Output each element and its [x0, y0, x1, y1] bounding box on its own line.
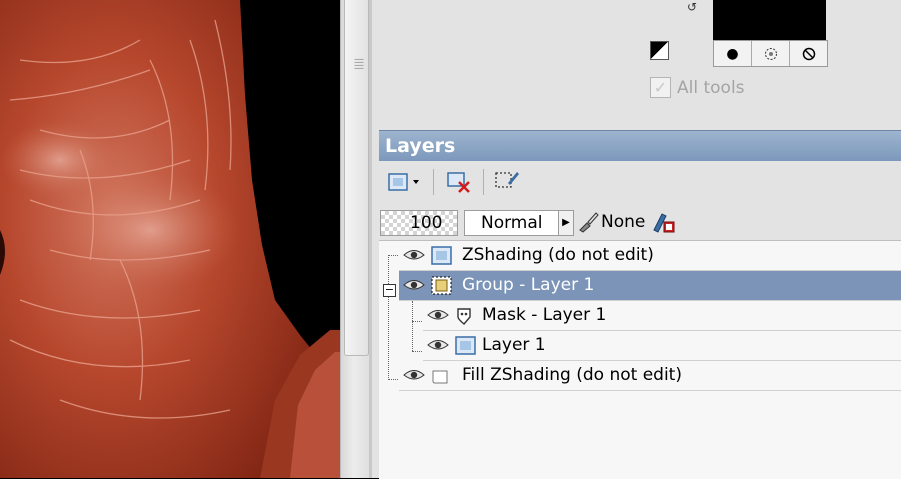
eye-icon[interactable]	[403, 277, 425, 293]
mask-layer-icon	[457, 308, 471, 325]
tree-line	[412, 321, 422, 322]
foreground-color-swatch[interactable]	[713, 0, 826, 40]
swap-arrow-icon[interactable]: ↺	[687, 0, 697, 14]
default-colors-icon[interactable]	[650, 41, 669, 60]
new-layer-icon	[388, 173, 419, 191]
gradient-fill-icon[interactable]	[752, 41, 790, 66]
toolbar-separator	[433, 169, 434, 195]
layer-name: Fill ZShading (do not edit)	[462, 365, 682, 385]
layer-properties-row: 100 Normal ▶ None	[379, 209, 901, 237]
lock-transparency-button[interactable]	[652, 210, 676, 238]
selection-layer-button[interactable]	[493, 169, 521, 195]
layer-name: Group - Layer 1	[462, 275, 595, 295]
eye-icon[interactable]	[403, 367, 425, 383]
layers-list: − ZShading (do not edit) Group - Layer 1	[379, 240, 901, 479]
right-panel: ↺ ● ✓ All tools Layers 100 Normal ▶ None…	[372, 0, 901, 479]
group-layer-icon	[431, 276, 452, 295]
document-canvas[interactable]	[0, 0, 340, 478]
layer-row[interactable]: Mask - Layer 1	[423, 301, 901, 331]
scrollbar-thumb[interactable]: — — — —	[344, 0, 369, 356]
layer-row[interactable]: Group - Layer 1	[399, 271, 901, 301]
skin-render-image	[0, 0, 340, 478]
collapse-group-button[interactable]: −	[383, 284, 396, 297]
toolbar-separator	[483, 169, 484, 195]
tree-line	[388, 255, 398, 256]
all-tools-checkbox[interactable]: ✓	[650, 77, 671, 98]
fill-style-buttons: ●	[713, 40, 828, 67]
link-mode-control[interactable]: None	[577, 210, 645, 234]
link-mode-value: None	[601, 212, 646, 232]
selection-icon	[495, 172, 519, 188]
all-tools-label: All tools	[677, 77, 745, 98]
delete-layer-button[interactable]	[445, 169, 473, 195]
layer-row[interactable]: ZShading (do not edit)	[399, 241, 901, 271]
eye-icon[interactable]	[403, 247, 425, 263]
layer-name: ZShading (do not edit)	[462, 245, 654, 265]
grip-icon: — — — —	[354, 54, 364, 74]
layer-row[interactable]: Layer 1	[423, 331, 901, 361]
tree-line	[412, 351, 422, 352]
layers-panel-header[interactable]: Layers	[379, 130, 901, 161]
blend-mode-value: Normal	[481, 213, 543, 233]
layer-row[interactable]: Fill ZShading (do not edit)	[399, 361, 901, 391]
tree-line	[412, 301, 413, 351]
brush-link-icon	[579, 212, 599, 233]
panel-splitter[interactable]: — — — —	[340, 0, 373, 478]
lock-icon	[653, 213, 675, 233]
tree-line	[388, 255, 389, 380]
solid-fill-icon[interactable]: ●	[714, 41, 752, 66]
eye-icon[interactable]	[427, 307, 449, 323]
layers-title: Layers	[385, 135, 456, 157]
opacity-field[interactable]: 100	[380, 210, 458, 236]
new-layer-button[interactable]	[387, 169, 425, 195]
dropdown-arrow-icon[interactable]: ▶	[558, 211, 573, 235]
layer-name: Layer 1	[482, 335, 546, 355]
no-fill-icon[interactable]	[790, 41, 827, 66]
delete-layer-icon	[447, 172, 470, 193]
blend-mode-dropdown[interactable]: Normal ▶	[464, 210, 574, 236]
all-tools-option[interactable]: ✓ All tools	[650, 77, 745, 98]
raster-layer-icon	[455, 336, 476, 355]
raster-layer-icon	[431, 246, 452, 265]
eye-icon[interactable]	[427, 337, 449, 353]
tree-line	[388, 379, 398, 380]
layers-toolbar	[379, 161, 901, 205]
layer-name: Mask - Layer 1	[482, 305, 607, 325]
opacity-value: 100	[410, 213, 443, 233]
fill-layer-icon	[432, 370, 448, 384]
